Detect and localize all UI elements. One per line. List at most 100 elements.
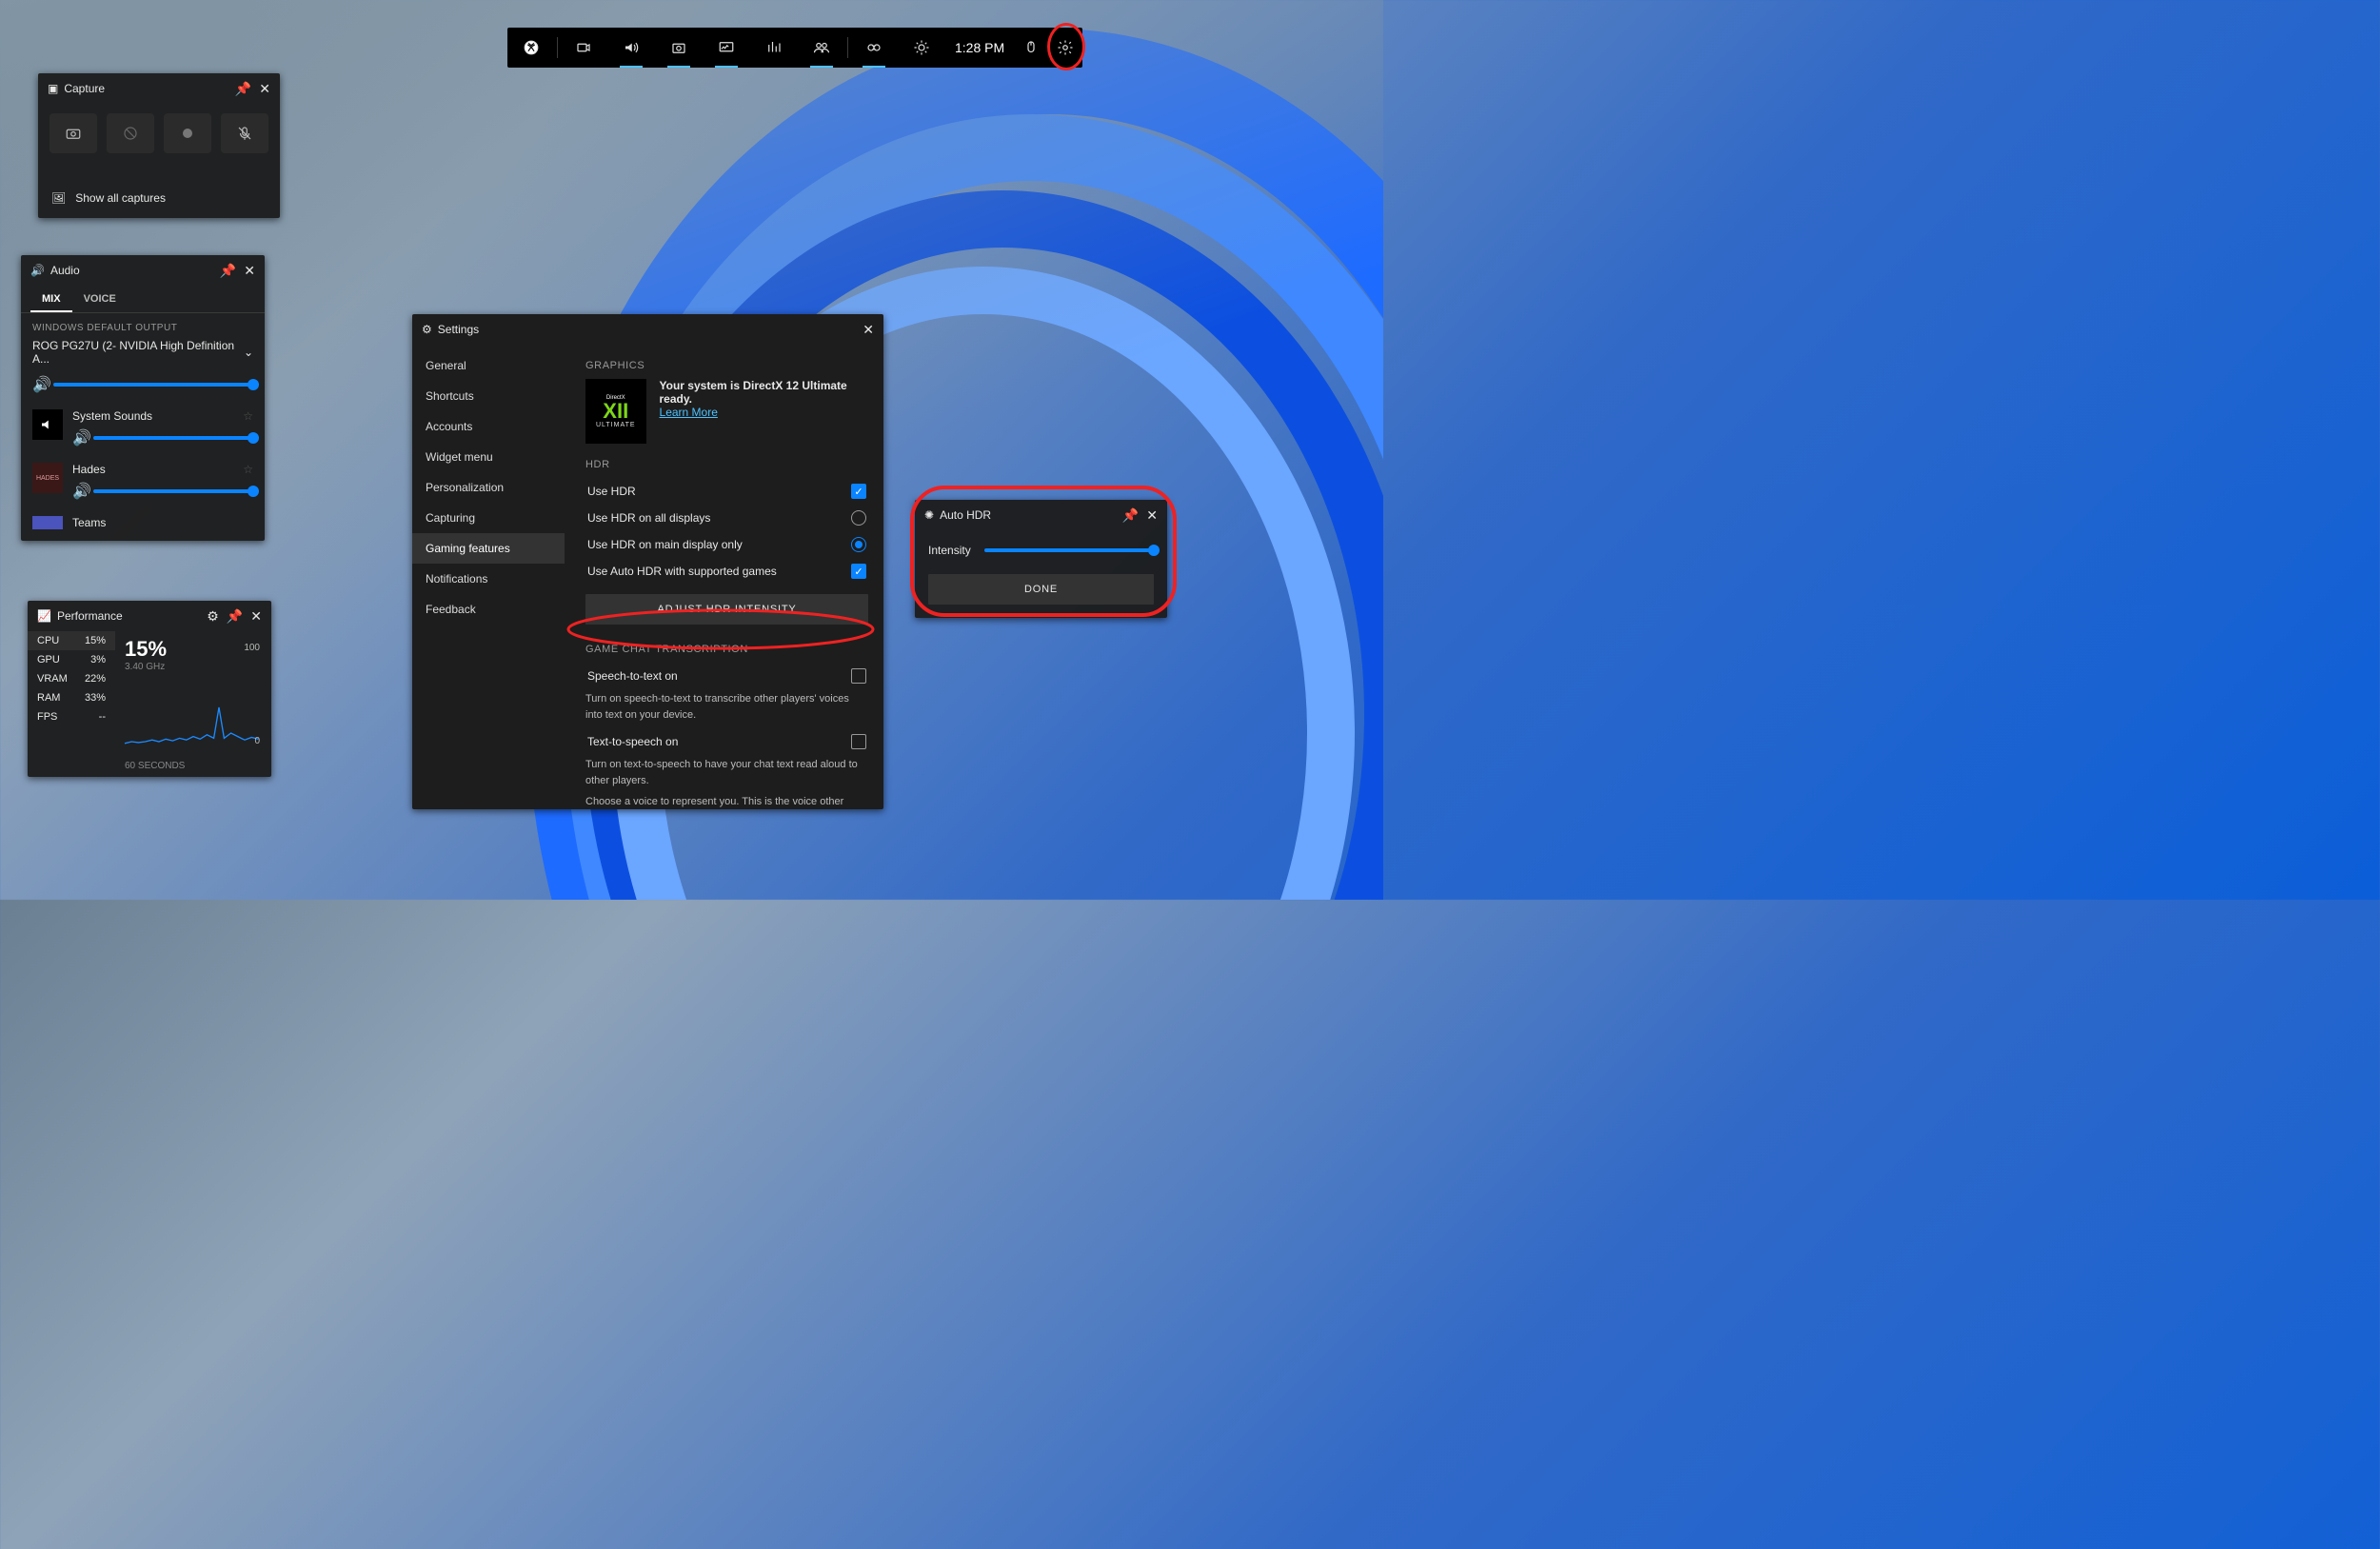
gear-icon: ⚙ <box>422 323 432 336</box>
xbox-icon[interactable] <box>507 28 555 68</box>
auto-hdr-widget: ✺ Auto HDR 📌 ✕ Intensity DONE <box>915 500 1167 618</box>
record-last-button[interactable] <box>107 113 154 153</box>
gallery-icon: 🖼 <box>51 191 66 205</box>
pin-icon[interactable]: 📌 <box>235 81 251 97</box>
chart-min: 0 <box>254 736 260 746</box>
favorite-icon[interactable]: ☆ <box>243 463 253 476</box>
metric-list: CPU15% GPU3% VRAM22% RAM33% FPS-- <box>28 631 115 777</box>
use-hdr-label: Use HDR <box>587 485 636 498</box>
nav-notifications[interactable]: Notifications <box>412 564 565 594</box>
metric-row[interactable]: GPU3% <box>28 650 115 669</box>
mouse-icon[interactable] <box>1014 28 1048 68</box>
resources-icon[interactable] <box>750 28 798 68</box>
audio-title: Audio <box>50 264 80 277</box>
metric-row[interactable]: CPU15% <box>28 631 115 650</box>
output-device-select[interactable]: ROG PG27U (2- NVIDIA High Definition A..… <box>21 339 265 375</box>
audio-title-icon: 🔊 <box>30 264 45 277</box>
auto-hdr-label: Use Auto HDR with supported games <box>587 565 777 578</box>
nav-widget-menu[interactable]: Widget menu <box>412 442 565 472</box>
master-volume-slider[interactable] <box>53 383 253 387</box>
adjust-hdr-button[interactable]: ADJUST HDR INTENSITY <box>585 594 868 625</box>
mixer-item: HADES Hades☆ 🔊 <box>32 455 253 508</box>
game-bar: 1:28 PM <box>507 28 1082 68</box>
close-icon[interactable]: ✕ <box>1146 507 1158 524</box>
intensity-label: Intensity <box>928 544 971 557</box>
hdr-all-radio[interactable] <box>851 510 866 526</box>
directx-logo: DirectX XII ULTIMATE <box>585 379 646 444</box>
hdr-main-radio[interactable] <box>851 537 866 552</box>
auto-hdr-checkbox[interactable]: ✓ <box>851 564 866 579</box>
intensity-slider[interactable] <box>984 548 1154 552</box>
nav-general[interactable]: General <box>412 350 565 381</box>
hdr-main-label: Use HDR on main display only <box>587 538 743 551</box>
pin-icon[interactable]: 📌 <box>1122 507 1139 524</box>
nav-capturing[interactable]: Capturing <box>412 503 565 533</box>
broadcast-icon[interactable] <box>560 28 607 68</box>
tts-checkbox[interactable] <box>851 734 866 749</box>
show-all-captures[interactable]: 🖼 Show all captures <box>51 191 267 205</box>
performance-icon[interactable] <box>703 28 750 68</box>
volume-slider[interactable] <box>93 489 253 493</box>
stt-label: Speech-to-text on <box>587 669 678 683</box>
autohdr-title: Auto HDR <box>940 508 991 522</box>
perf-main-value: 15% <box>125 637 262 662</box>
close-icon[interactable]: ✕ <box>250 608 262 625</box>
perf-chart <box>125 678 262 754</box>
performance-widget: 📈 Performance ⚙ 📌 ✕ CPU15% GPU3% VRAM22% … <box>28 601 271 777</box>
tts-label: Text-to-speech on <box>587 735 678 748</box>
nav-feedback[interactable]: Feedback <box>412 594 565 625</box>
tts-desc: Turn on text-to-speech to have your chat… <box>585 757 868 788</box>
nav-accounts[interactable]: Accounts <box>412 411 565 442</box>
perf-title-icon: 📈 <box>37 609 51 623</box>
audio-icon[interactable] <box>607 28 655 68</box>
mixer-item: System Sounds☆ 🔊 <box>32 402 253 455</box>
social-icon[interactable] <box>798 28 845 68</box>
metric-row[interactable]: FPS-- <box>28 707 115 726</box>
record-button[interactable] <box>164 113 211 153</box>
chart-xaxis: 60 SECONDS <box>125 761 262 771</box>
tab-voice[interactable]: VOICE <box>72 286 128 312</box>
speaker-icon: 🔊 <box>32 375 46 394</box>
stt-checkbox[interactable] <box>851 668 866 684</box>
perf-sub: 3.40 GHz <box>125 662 262 672</box>
app-name: Hades <box>72 463 106 476</box>
app-icon <box>32 516 63 529</box>
nav-personalization[interactable]: Personalization <box>412 472 565 503</box>
done-button[interactable]: DONE <box>928 574 1154 605</box>
options-icon[interactable]: ⚙ <box>207 608 219 625</box>
pin-icon[interactable]: 📌 <box>220 263 236 279</box>
learn-more-link[interactable]: Learn More <box>660 406 868 419</box>
tab-mix[interactable]: MIX <box>30 286 72 312</box>
hdr-title-icon: ✺ <box>924 508 934 522</box>
chart-max: 100 <box>244 643 260 653</box>
use-hdr-checkbox[interactable]: ✓ <box>851 484 866 499</box>
nav-gaming-features[interactable]: Gaming features <box>412 533 565 564</box>
tts-desc2: Choose a voice to represent you. This is… <box>585 794 868 809</box>
brightness-icon[interactable] <box>898 28 945 68</box>
close-icon[interactable]: ✕ <box>259 81 270 97</box>
app-icon: HADES <box>32 463 63 493</box>
favorite-icon[interactable]: ☆ <box>243 409 253 423</box>
show-all-label: Show all captures <box>75 191 166 205</box>
speaker-icon: 🔊 <box>72 428 86 447</box>
close-icon[interactable]: ✕ <box>863 322 874 338</box>
default-output-label: WINDOWS DEFAULT OUTPUT <box>21 313 265 339</box>
lfg-icon[interactable] <box>850 28 898 68</box>
close-icon[interactable]: ✕ <box>244 263 255 279</box>
mic-off-button[interactable] <box>221 113 268 153</box>
metric-row[interactable]: VRAM22% <box>28 669 115 688</box>
hdr-all-label: Use HDR on all displays <box>587 511 710 525</box>
metric-row[interactable]: RAM33% <box>28 688 115 707</box>
mixer-item: Teams <box>32 508 253 529</box>
pin-icon[interactable]: 📌 <box>227 608 243 625</box>
capture-title: Capture <box>64 82 105 95</box>
settings-nav: General Shortcuts Accounts Widget menu P… <box>412 345 565 809</box>
nav-shortcuts[interactable]: Shortcuts <box>412 381 565 411</box>
chat-header: GAME CHAT TRANSCRIPTION <box>585 634 868 663</box>
perf-title: Performance <box>57 609 123 623</box>
screenshot-button[interactable] <box>50 113 97 153</box>
capture-icon[interactable] <box>655 28 703 68</box>
app-icon <box>32 409 63 440</box>
volume-slider[interactable] <box>93 436 253 440</box>
settings-icon[interactable] <box>1048 28 1082 68</box>
